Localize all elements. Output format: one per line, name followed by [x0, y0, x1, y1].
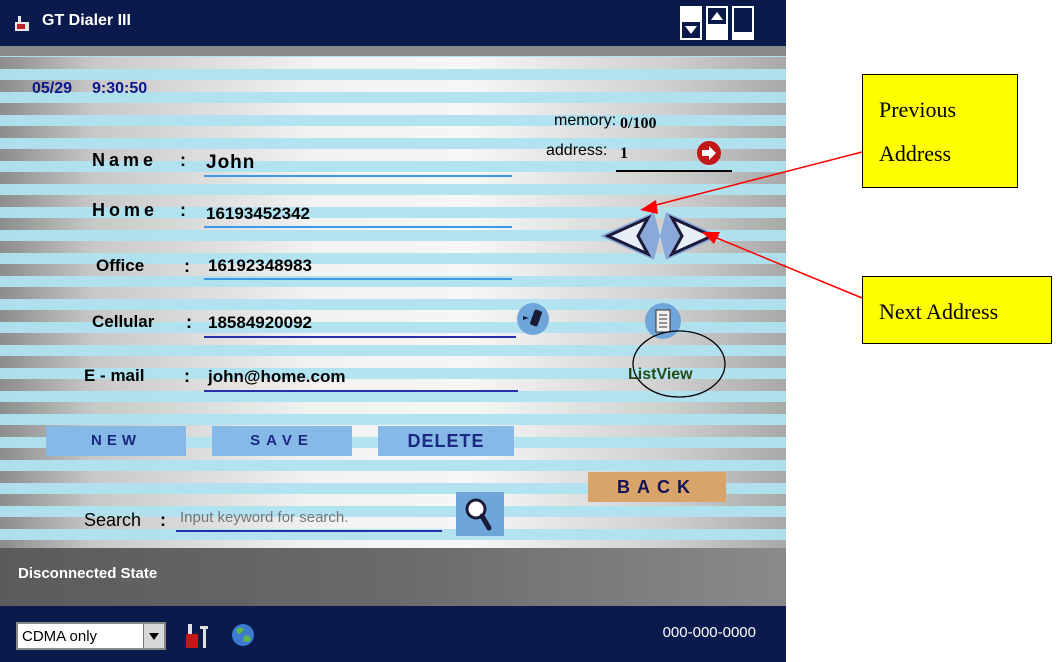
callout-arrows	[640, 151, 863, 299]
previous-callout-arrowhead	[640, 200, 658, 214]
previous-callout-arrow-line	[651, 151, 863, 207]
next-callout-arrow-line	[711, 235, 863, 299]
